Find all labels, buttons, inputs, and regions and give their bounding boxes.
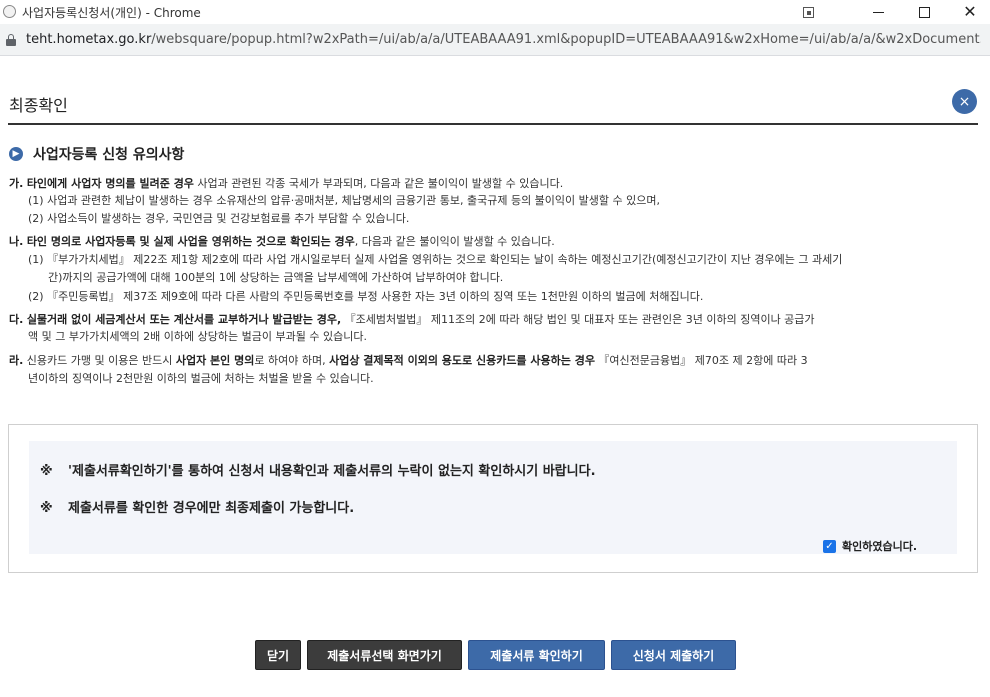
confirm-checkbox[interactable]: ✓ (823, 539, 836, 553)
notice-na-sub2: (2) 『주민등록법』 제37조 제9호에 따라 다른 사람의 주민등록번호를 … (28, 290, 704, 303)
notice-ga-prefix: 가. (9, 177, 24, 190)
notice-ra-cont: 년이하의 징역이나 2천만원 이하의 벌금에 처하는 처벌을 받을 수 있습니다… (28, 372, 374, 385)
address-bar[interactable]: teht.hometax.go.kr/websquare/popup.html?… (0, 24, 990, 56)
extension-icon[interactable] (785, 0, 831, 24)
arrow-right-icon: ▶ (9, 147, 23, 161)
page-title: 최종확인 (9, 96, 68, 115)
notice-ga: 가. 타인에게 사업자 명의를 빌려준 경우 사업과 관련된 각종 국세가 부과… (9, 176, 563, 192)
confirm-checkbox-row[interactable]: ✓ 확인하였습니다. (823, 538, 917, 554)
notice-na-sub1b: 간)까지의 공급가액에 대해 100분의 1에 상당하는 금액을 납부세액에 가… (48, 271, 504, 284)
notice-na: 나. 타인 명의로 사업자등록 및 실제 사업을 영위하는 것으로 확인되는 경… (9, 234, 555, 250)
confirm-message-1: ※ '제출서류확인하기'를 통하여 신청서 내용확인과 제출서류의 누락이 없는지… (40, 460, 596, 479)
select-documents-button[interactable]: 제출서류선택 화면가기 (307, 640, 462, 670)
confirm-checkbox-label[interactable]: 확인하였습니다. (842, 538, 917, 554)
window-title: 사업자등록신청서(개인) - Chrome (22, 6, 201, 20)
notice-da-bold: 실물거래 없이 세금계산서 또는 계산서를 교부하거나 발급받는 경우, (26, 313, 342, 326)
notice-na-sub1a: (1) 『부가가치세법』 제22조 제1항 제2호에 따라 사업 개시일로부터 … (28, 253, 843, 266)
reference-mark: ※ (40, 501, 53, 516)
notice-ra-bold2: 사업상 결제목적 이외의 용도로 신용카드를 사용하는 경우 (329, 354, 595, 367)
notice-ra-bold1: 사업자 본인 명의 (175, 354, 255, 367)
close-button[interactable]: 닫기 (255, 640, 301, 670)
notice-da-cont: 액 및 그 부가가치세액의 2배 이하에 상당하는 벌금이 부과될 수 있습니다… (28, 330, 367, 343)
confirm-panel: ※ '제출서류확인하기'를 통하여 신청서 내용확인과 제출서류의 누락이 없는지… (8, 424, 978, 573)
notice-da-text: 『조세범처벌법』 제11조의 2에 따라 해당 법인 및 대표자 또는 관련인은… (341, 313, 815, 326)
check-documents-button[interactable]: 제출서류 확인하기 (468, 640, 605, 670)
notice-ga-sub2: (2) 사업소득이 발생하는 경우, 국민연금 및 건강보험료를 추가 부담할 … (28, 212, 410, 225)
url-text[interactable]: teht.hometax.go.kr/websquare/popup.html?… (26, 32, 981, 47)
notice-na-bold: 타인 명의로 사업자등록 및 실제 사업을 영위하는 것으로 확인되는 경우 (26, 235, 355, 248)
section-heading: ▶ 사업자등록 신청 유의사항 (9, 144, 184, 164)
notice-na-text: , 다음과 같은 불이익이 발생할 수 있습니다. (354, 235, 555, 248)
confirm-message-area: ※ '제출서류확인하기'를 통하여 신청서 내용확인과 제출서류의 누락이 없는지… (29, 441, 957, 554)
notice-ga-text: 사업과 관련된 각종 국세가 부과되며, 다음과 같은 불이익이 발생할 수 있… (193, 177, 564, 190)
notice-ga-bold: 타인에게 사업자 명의를 빌려준 경우 (26, 177, 194, 190)
window-titlebar: 사업자등록신청서(개인) - Chrome ✕ (0, 0, 990, 24)
submit-application-button[interactable]: 신청서 제출하기 (611, 640, 736, 670)
notice-ra: 라. 신용카드 가맹 및 이용은 반드시 사업자 본인 명의로 하여야 하며, … (9, 353, 808, 369)
lock-icon[interactable] (6, 34, 16, 46)
confirm-message-2: ※ 제출서류를 확인한 경우에만 최종제출이 가능합니다. (40, 497, 354, 516)
confirm-message-2-text: 제출서류를 확인한 경우에만 최종제출이 가능합니다. (68, 501, 355, 516)
notice-da: 다. 실물거래 없이 세금계산서 또는 계산서를 교부하거나 발급받는 경우, … (9, 312, 815, 328)
notice-ga-sub1: (1) 사업과 관련한 체납이 발생하는 경우 소유재산의 압류·공매처분, 체… (28, 194, 660, 207)
chrome-app-icon (3, 5, 16, 18)
notice-na-prefix: 나. (9, 235, 24, 248)
reference-mark: ※ (40, 464, 53, 479)
notice-ra-text3: 『여신전문금융법』 제70조 제 2항에 따라 3 (594, 354, 808, 367)
maximize-button[interactable] (901, 0, 947, 24)
notice-ra-text2: 로 하여야 하며, (254, 354, 330, 367)
url-path: /websquare/popup.html?w2xPath=/ui/ab/a/a… (151, 32, 981, 47)
section-title: 사업자등록 신청 유의사항 (33, 147, 185, 163)
window-close-button[interactable]: ✕ (947, 0, 990, 24)
notice-ra-prefix: 라. (9, 354, 24, 367)
notice-ra-text1: 신용카드 가맹 및 이용은 반드시 (23, 354, 176, 367)
url-domain: teht.hometax.go.kr (26, 32, 152, 47)
popup-close-icon[interactable]: × (952, 89, 977, 114)
minimize-button[interactable] (855, 0, 901, 24)
confirm-message-1-text: '제출서류확인하기'를 통하여 신청서 내용확인과 제출서류의 누락이 없는지 … (68, 464, 596, 479)
notice-da-prefix: 다. (9, 313, 24, 326)
title-divider (8, 123, 978, 125)
